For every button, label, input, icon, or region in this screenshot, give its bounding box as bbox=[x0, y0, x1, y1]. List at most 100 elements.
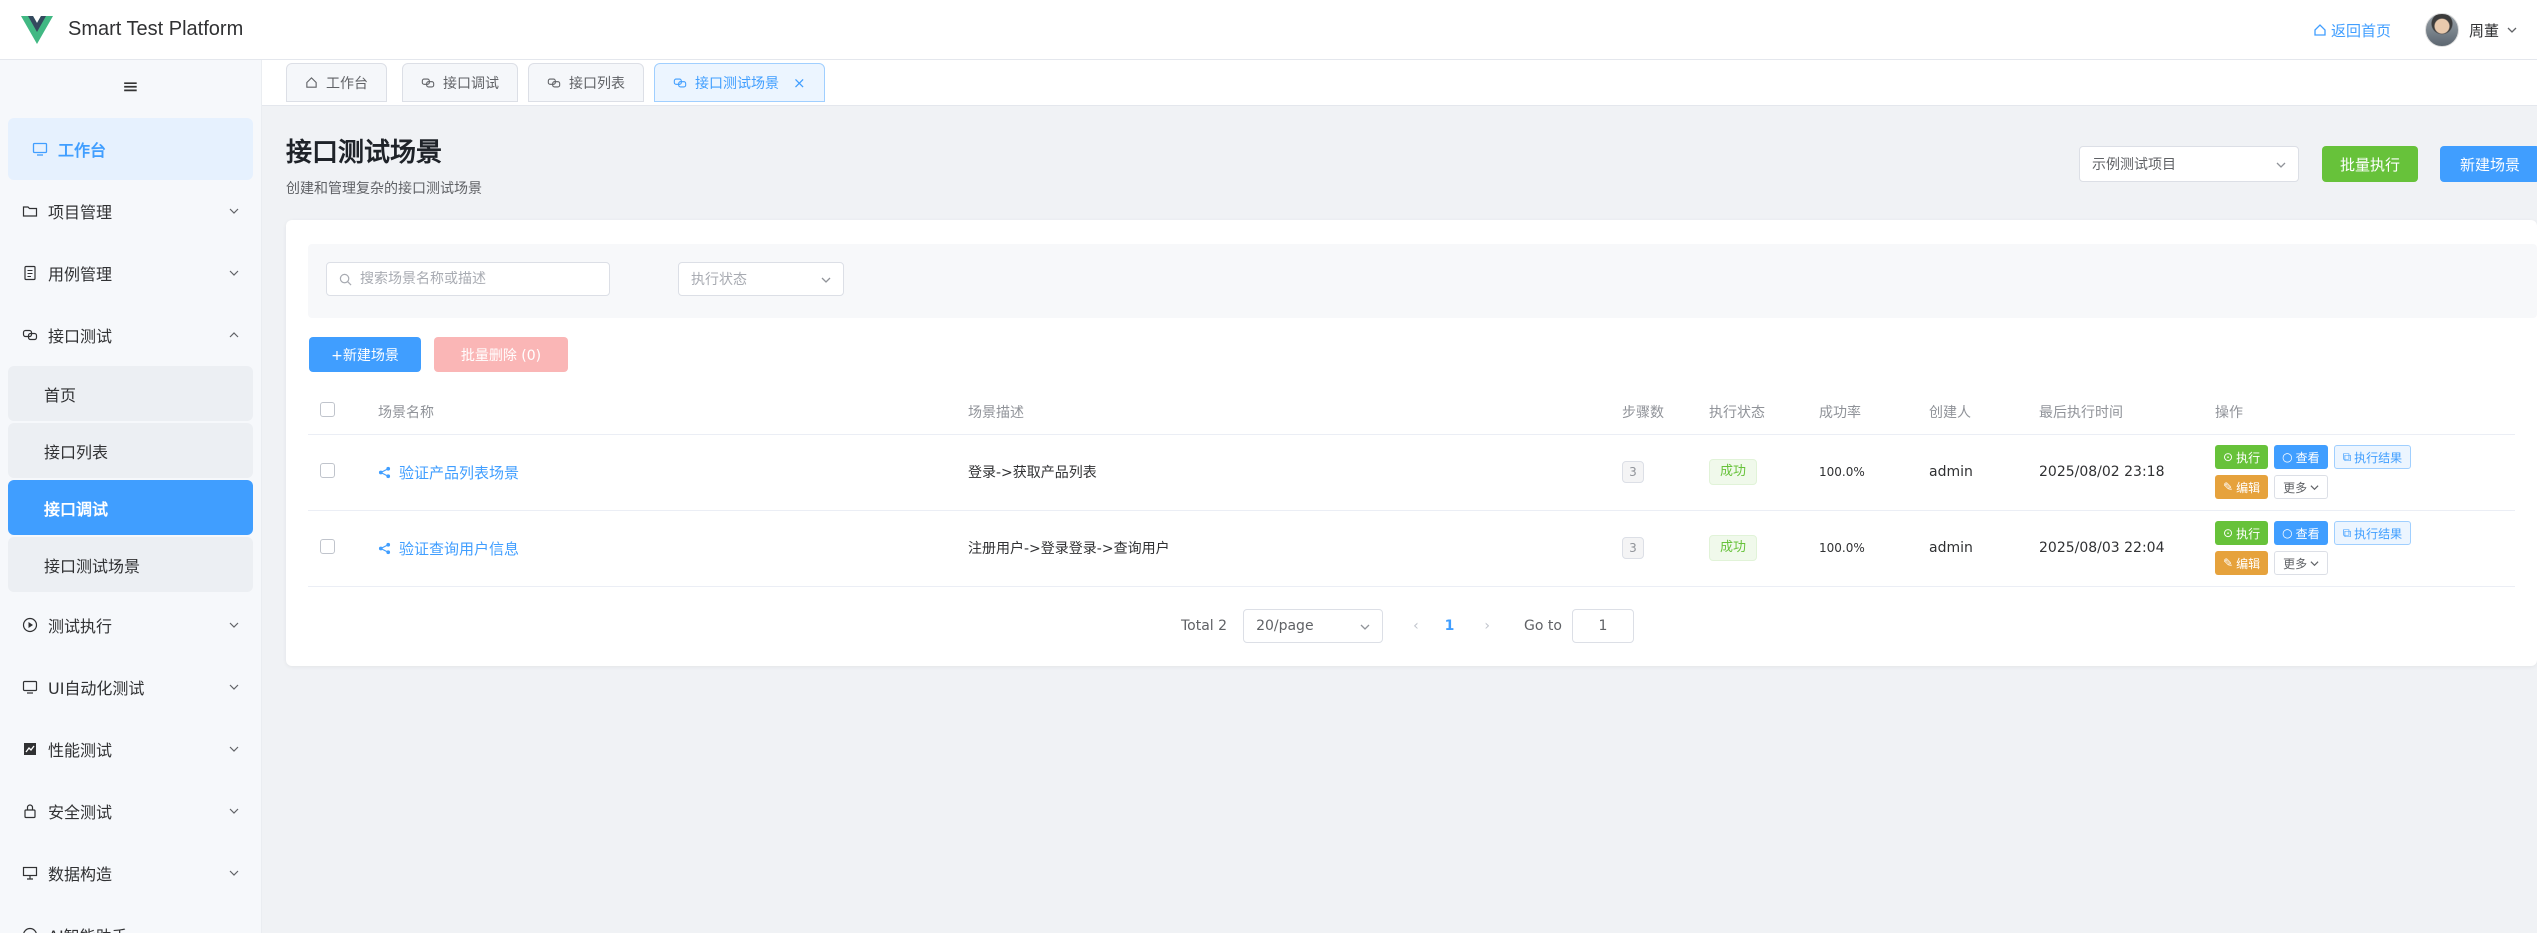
view-icon: ○ bbox=[2282, 450, 2293, 464]
batch-delete-button[interactable]: 批量删除 (0) bbox=[434, 337, 568, 372]
view-button[interactable]: ○ 查看 bbox=[2274, 445, 2328, 469]
project-select-value: 示例测试项目 bbox=[2092, 157, 2176, 173]
edit-button[interactable]: ✎ 编辑 bbox=[2215, 551, 2269, 575]
sidebar-item-workbench[interactable]: 工作台 bbox=[8, 118, 253, 180]
avatar[interactable] bbox=[2424, 13, 2459, 47]
column-header: 最后执行时间 bbox=[2027, 390, 2203, 435]
sidebar-item-label: 测试执行 bbox=[48, 617, 113, 636]
table-header-row: 场景名称 场景描述 步骤数 执行状态 成功率 创建人 最后执行时间 操作 bbox=[308, 390, 2515, 435]
new-scene-button[interactable]: +新建场景 bbox=[309, 337, 421, 372]
row-checkbox[interactable] bbox=[320, 538, 335, 554]
document-icon bbox=[24, 265, 36, 281]
last-run-time: 2025/08/03 22:04 bbox=[2027, 510, 2203, 587]
return-home-link[interactable]: 返回首页 bbox=[2313, 20, 2391, 41]
search-input[interactable] bbox=[326, 262, 610, 296]
tab-api-debug[interactable]: 接口调试 bbox=[402, 63, 518, 102]
sidebar-item-test-exec[interactable]: 测试执行 bbox=[0, 594, 261, 656]
sidebar-item-ai[interactable]: AI智能助手 bbox=[0, 904, 261, 933]
goto-input[interactable]: 1 bbox=[1571, 609, 1634, 643]
column-header: 执行状态 bbox=[1697, 390, 1807, 435]
sidebar-item-performance[interactable]: 性能测试 bbox=[0, 718, 261, 780]
result-label: 执行结果 bbox=[2354, 450, 2403, 465]
tab-api-list[interactable]: 接口列表 bbox=[528, 63, 644, 102]
prev-page-icon[interactable]: ‹ bbox=[1413, 618, 1419, 634]
table-row: 验证查询用户信息 注册用户->登录登录->查询用户 3 成功 100.0% ad… bbox=[308, 510, 2515, 587]
chart-icon bbox=[24, 743, 36, 755]
result-button[interactable]: ⧉ 执行结果 bbox=[2333, 521, 2412, 545]
sidebar-item-label: 项目管理 bbox=[48, 203, 113, 222]
execute-label: 执行 bbox=[2236, 526, 2261, 541]
sidebar-item-api-test[interactable]: 接口测试 bbox=[0, 304, 261, 366]
select-all-checkbox[interactable] bbox=[320, 402, 335, 418]
edit-label: 编辑 bbox=[2236, 556, 2261, 571]
monitor-icon bbox=[32, 142, 48, 156]
tab-workbench[interactable]: 工作台 bbox=[286, 63, 387, 102]
edit-icon: ✎ bbox=[2223, 480, 2234, 494]
next-page-icon[interactable]: › bbox=[1484, 618, 1490, 634]
hamburger-icon[interactable]: ≡ bbox=[0, 60, 261, 112]
creator: admin bbox=[1917, 434, 2027, 511]
sidebar-item-label: 数据构造 bbox=[48, 865, 113, 884]
edit-label: 编辑 bbox=[2236, 480, 2261, 495]
chevron-down-icon[interactable] bbox=[2507, 25, 2517, 35]
batch-execute-button[interactable]: 批量执行 bbox=[2322, 146, 2418, 182]
status-select[interactable]: 执行状态 bbox=[678, 262, 844, 296]
more-dropdown[interactable]: 更多 bbox=[2274, 475, 2329, 499]
status-cell: 成功 bbox=[1697, 510, 1807, 587]
sidebar-subitem-api-debug[interactable]: 接口调试 bbox=[8, 480, 253, 535]
monitor-icon bbox=[22, 680, 38, 694]
sidebar-item-security[interactable]: 安全测试 bbox=[0, 780, 261, 842]
more-dropdown[interactable]: 更多 bbox=[2274, 551, 2329, 575]
chat-icon bbox=[23, 927, 37, 933]
sidebar-item-ui-auto[interactable]: UI自动化测试 bbox=[0, 656, 261, 718]
view-button[interactable]: ○ 查看 bbox=[2274, 521, 2328, 545]
scene-name-link[interactable]: 验证产品列表场景 bbox=[378, 462, 956, 483]
result-button[interactable]: ⧉ 执行结果 bbox=[2333, 445, 2412, 469]
view-label: 查看 bbox=[2295, 526, 2320, 541]
sidebar-subitem-label: 接口列表 bbox=[44, 442, 109, 462]
row-checkbox-cell bbox=[308, 434, 366, 511]
home-icon bbox=[2314, 24, 2326, 36]
execute-button[interactable]: ⊙ 执行 bbox=[2215, 445, 2269, 469]
execute-button[interactable]: ⊙ 执行 bbox=[2215, 521, 2269, 545]
tab-api-scene[interactable]: 接口测试场景 × bbox=[654, 63, 825, 102]
scene-table: 场景名称 场景描述 步骤数 执行状态 成功率 创建人 最后执行时间 操作 验证产… bbox=[308, 390, 2515, 587]
search-field[interactable] bbox=[360, 271, 600, 287]
ops-cell: ⊙ 执行 ○ 查看 ⧉ 执行结果 ✎ 编辑 更多 bbox=[2203, 434, 2515, 511]
column-header: 步骤数 bbox=[1610, 390, 1697, 435]
sidebar-item-label: 用例管理 bbox=[48, 265, 113, 284]
tab-label: 接口测试场景 bbox=[695, 75, 779, 92]
sidebar-subitem-label: 接口调试 bbox=[44, 499, 109, 519]
sidebar-item-data-gen[interactable]: 数据构造 bbox=[0, 842, 261, 904]
sidebar-subitem-label: 首页 bbox=[44, 385, 77, 405]
column-header: 创建人 bbox=[1917, 390, 2027, 435]
edit-button[interactable]: ✎ 编辑 bbox=[2215, 475, 2269, 499]
sidebar-subitem-home[interactable]: 首页 bbox=[8, 366, 253, 421]
scene-name-cell: 验证产品列表场景 bbox=[366, 434, 956, 511]
sidebar-item-project[interactable]: 项目管理 bbox=[0, 180, 261, 242]
current-page[interactable]: 1 bbox=[1445, 618, 1455, 634]
tab-label: 接口列表 bbox=[569, 75, 625, 92]
page-size-select[interactable]: 20/page bbox=[1243, 609, 1384, 643]
tab-label: 工作台 bbox=[326, 75, 368, 92]
close-icon[interactable]: × bbox=[793, 74, 806, 92]
row-checkbox-cell bbox=[308, 510, 366, 587]
play-icon bbox=[22, 617, 38, 633]
scene-name-link[interactable]: 验证查询用户信息 bbox=[378, 538, 956, 559]
row-checkbox[interactable] bbox=[320, 462, 335, 478]
sidebar-subitem-api-list[interactable]: 接口列表 bbox=[8, 423, 253, 478]
chevron-down-icon bbox=[229, 746, 239, 752]
sidebar-item-label: 接口测试 bbox=[48, 327, 113, 346]
scene-card: 执行状态 +新建场景 批量删除 (0) 场景名称 场景描述 步骤数 执行状态 成… bbox=[286, 220, 2537, 666]
edit-icon: ✎ bbox=[2223, 556, 2234, 570]
play-icon: ⊙ bbox=[2223, 526, 2234, 540]
sidebar-subitem-api-scene[interactable]: 接口测试场景 bbox=[8, 537, 253, 592]
sidebar-item-case[interactable]: 用例管理 bbox=[0, 242, 261, 304]
project-select[interactable]: 示例测试项目 bbox=[2079, 146, 2299, 182]
username[interactable]: 周董 bbox=[2469, 20, 2499, 41]
column-header: 成功率 bbox=[1807, 390, 1917, 435]
view-icon: ○ bbox=[2282, 526, 2293, 540]
new-scene-button-top[interactable]: 新建场景 bbox=[2440, 146, 2537, 182]
page-subtitle: 创建和管理复杂的接口测试场景 bbox=[286, 181, 482, 197]
folder-icon bbox=[22, 206, 38, 217]
